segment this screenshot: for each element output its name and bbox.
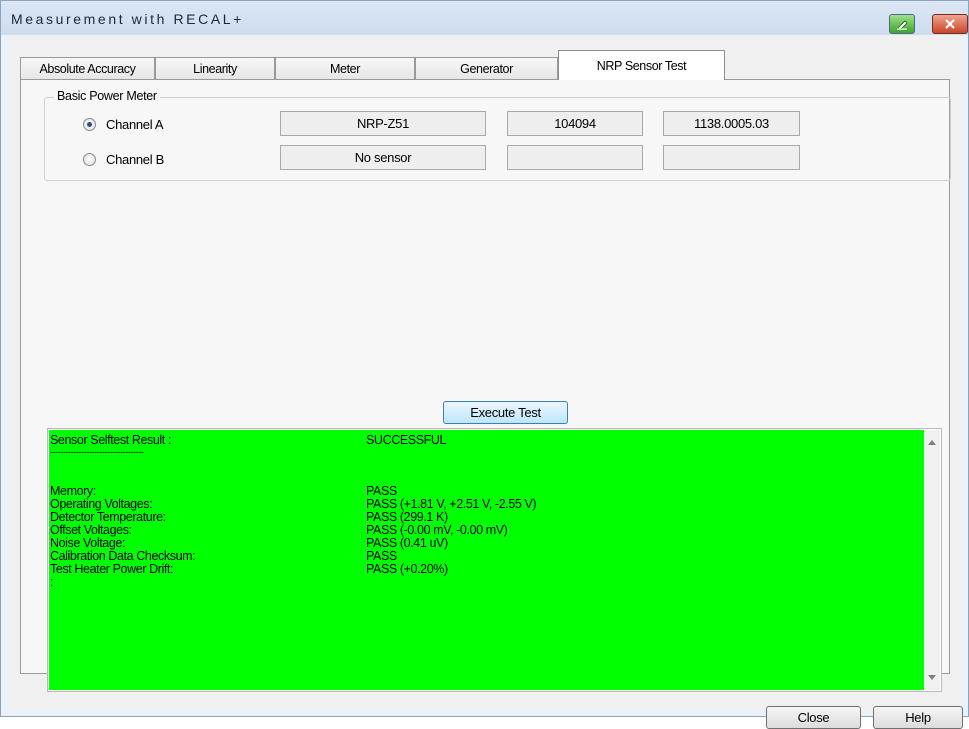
channel-b-radio-row[interactable]: Channel B (83, 152, 164, 167)
channel-a-label: Channel A (106, 117, 164, 132)
result-trailing: : (50, 575, 54, 589)
basic-power-meter-group: Basic Power Meter Channel A Channel B NR… (44, 89, 951, 181)
close-icon (944, 19, 956, 29)
close-button[interactable]: Close (766, 706, 861, 729)
tab-meter[interactable]: Meter (275, 57, 415, 79)
results-textbox[interactable]: Sensor Selftest Result : SUCCESSFUL ----… (47, 428, 942, 692)
scroll-up-arrow-icon[interactable] (928, 440, 936, 445)
title-help-button[interactable] (889, 14, 915, 34)
results-scrollbar[interactable] (924, 430, 940, 690)
dialog-window: Measurement with RECAL+ Absolute Accurac… (0, 0, 969, 729)
tab-nrp-sensor-test[interactable]: NRP Sensor Test (558, 50, 725, 80)
tab-linearity[interactable]: Linearity (155, 57, 275, 79)
channel-b-part-number-field (663, 145, 800, 170)
help-button[interactable]: Help (873, 706, 963, 729)
channel-a-sensor-field: NRP-Z51 (280, 111, 486, 136)
channel-a-radio[interactable] (83, 118, 96, 131)
channel-a-part-number-field: 1138.0005.03 (663, 111, 800, 136)
window-title: Measurement with RECAL+ (11, 11, 244, 27)
result-row-value: PASS (+0.20%) (366, 562, 448, 576)
tab-panel: Basic Power Meter Channel A Channel B NR… (20, 79, 951, 692)
title-bar[interactable]: Measurement with RECAL+ (1, 1, 968, 35)
channel-b-label: Channel B (106, 152, 165, 167)
channel-b-radio[interactable] (83, 153, 96, 166)
channel-a-radio-row[interactable]: Channel A (83, 117, 164, 132)
help-icon (895, 18, 909, 30)
result-separator: ------------------------------------ (50, 447, 144, 457)
result-row-label: Test Heater Power Drift: (50, 562, 174, 576)
title-close-button[interactable] (932, 14, 968, 34)
execute-test-button[interactable]: Execute Test (443, 401, 568, 424)
group-label: Basic Power Meter (54, 89, 160, 103)
scroll-down-arrow-icon[interactable] (928, 675, 936, 680)
channel-a-serial-field: 104094 (507, 111, 643, 136)
tab-absolute-accuracy[interactable]: Absolute Accuracy (20, 57, 155, 79)
tab-generator[interactable]: Generator (415, 57, 558, 79)
channel-b-sensor-field: No sensor (280, 145, 486, 170)
results-content: Sensor Selftest Result : SUCCESSFUL ----… (49, 430, 925, 690)
dialog-client-area: Absolute Accuracy Linearity Meter Genera… (9, 35, 961, 711)
result-header-value: SUCCESSFUL (366, 433, 447, 447)
channel-b-serial-field (507, 145, 643, 170)
